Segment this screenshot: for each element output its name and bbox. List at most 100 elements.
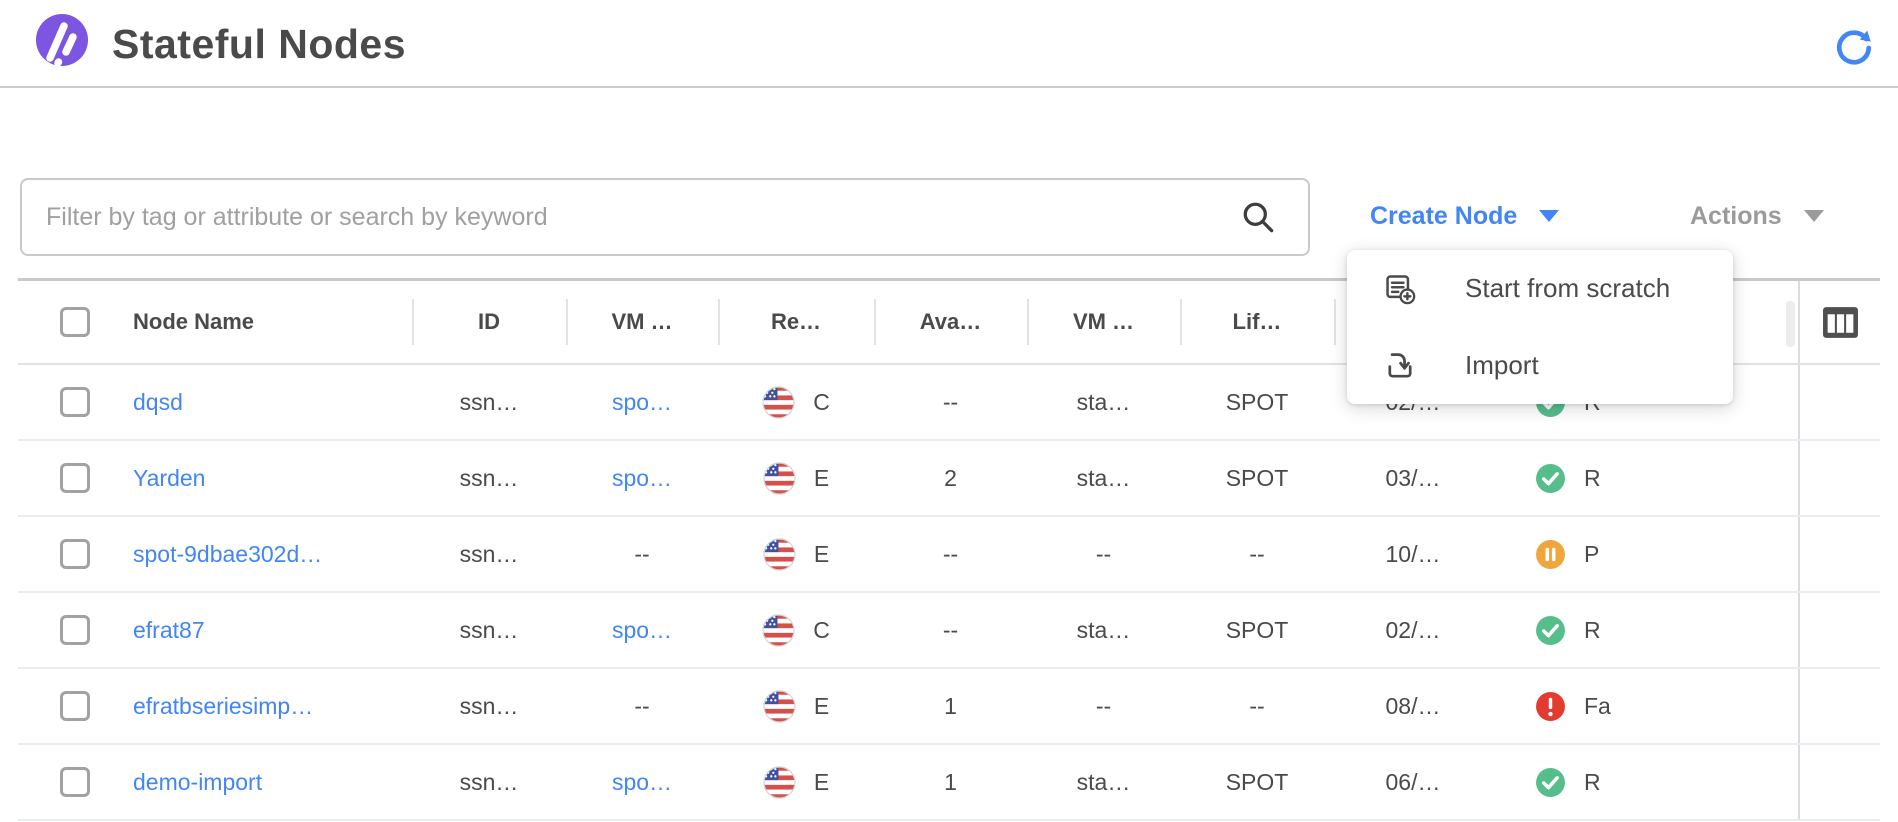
- header-cell-lifecycle: Lif…: [1180, 281, 1334, 363]
- row-checkbox[interactable]: [60, 691, 90, 721]
- status-letter: Fa: [1584, 693, 1611, 720]
- header-label: VM …: [611, 309, 672, 335]
- cell-ava: --: [874, 593, 1027, 667]
- region-letter: C: [813, 617, 830, 644]
- import-icon: [1383, 349, 1417, 383]
- row-checkbox[interactable]: [60, 387, 90, 417]
- vm-link[interactable]: spo…: [612, 389, 672, 416]
- row-checkbox[interactable]: [60, 767, 90, 797]
- vm-link[interactable]: spo…: [612, 769, 672, 796]
- availability-value: 1: [944, 769, 957, 796]
- cell-status: R: [1492, 745, 1640, 819]
- node-name-link[interactable]: dqsd: [133, 389, 183, 416]
- cell-gutter: [1798, 441, 1880, 515]
- spot-logo-icon: [32, 12, 90, 81]
- node-id: ssn…: [460, 541, 519, 568]
- cell-id: ssn…: [412, 669, 566, 743]
- status-failed-icon: [1535, 691, 1566, 722]
- cell-name: Yarden: [116, 441, 412, 515]
- create-node-button[interactable]: Create Node: [1370, 194, 1559, 238]
- vm-state-value: sta…: [1077, 465, 1131, 492]
- cell-vm-state: sta…: [1027, 365, 1180, 439]
- cell-created: 10/…: [1334, 517, 1492, 591]
- header-label: ID: [478, 309, 500, 335]
- cell-name: efrat87: [116, 593, 412, 667]
- availability-value: --: [943, 389, 958, 416]
- table-row: demo-import ssn… spo… E 1 sta… SPOT 06/……: [18, 745, 1880, 821]
- cell-id: ssn…: [412, 745, 566, 819]
- search-icon[interactable]: [1240, 199, 1278, 242]
- cell-vm: spo…: [566, 441, 718, 515]
- cell-name: efratbseriesimp…: [116, 669, 412, 743]
- cell-lifecycle: --: [1180, 517, 1334, 591]
- cell-created: 06/…: [1334, 745, 1492, 819]
- cell-id: ssn…: [412, 441, 566, 515]
- table-row: Yarden ssn… spo… E 2 sta… SPOT 03/… R: [18, 441, 1880, 517]
- menu-item-start-from-scratch[interactable]: Start from scratch: [1347, 250, 1733, 327]
- lifecycle-value: SPOT: [1226, 389, 1289, 416]
- created-value: 02/…: [1386, 617, 1441, 644]
- cell-region: C: [718, 365, 874, 439]
- cell-vm: spo…: [566, 593, 718, 667]
- table-row: spot-9dbae302d… ssn… -- E -- -- -- 10/… …: [18, 517, 1880, 593]
- cell-lifecycle: SPOT: [1180, 593, 1334, 667]
- select-all-checkbox[interactable]: [60, 307, 90, 337]
- node-name-link[interactable]: efrat87: [133, 617, 205, 644]
- actions-label: Actions: [1690, 202, 1782, 231]
- cell-region: E: [718, 441, 874, 515]
- cell-region: E: [718, 745, 874, 819]
- cell-vm-state: --: [1027, 517, 1180, 591]
- menu-item-import[interactable]: Import: [1347, 327, 1733, 404]
- cell-gutter: [1798, 517, 1880, 591]
- actions-button[interactable]: Actions: [1690, 194, 1824, 238]
- vm-value: --: [634, 541, 649, 568]
- status-letter: R: [1584, 769, 1601, 796]
- availability-value: --: [943, 617, 958, 644]
- row-checkbox[interactable]: [60, 615, 90, 645]
- vm-state-value: sta…: [1077, 617, 1131, 644]
- cell-select: [18, 593, 116, 667]
- node-name-link[interactable]: demo-import: [133, 769, 262, 796]
- menu-item-label: Start from scratch: [1465, 273, 1670, 304]
- filter-input[interactable]: [20, 178, 1310, 256]
- table-row: efrat87 ssn… spo… C -- sta… SPOT 02/… R: [18, 593, 1880, 669]
- availability-value: 1: [944, 693, 957, 720]
- cell-vm-state: sta…: [1027, 745, 1180, 819]
- columns-icon: [1822, 306, 1859, 339]
- column-picker-button[interactable]: [1822, 306, 1859, 339]
- vm-value: --: [634, 693, 649, 720]
- cell-lifecycle: --: [1180, 669, 1334, 743]
- node-name-link[interactable]: spot-9dbae302d…: [133, 541, 322, 568]
- cell-vm-state: sta…: [1027, 593, 1180, 667]
- region-letter: E: [814, 541, 829, 568]
- vm-link[interactable]: spo…: [612, 465, 672, 492]
- refresh-button[interactable]: [1834, 28, 1874, 68]
- status-letter: R: [1584, 465, 1601, 492]
- availability-value: 2: [944, 465, 957, 492]
- us-flag-icon: [763, 462, 796, 495]
- vm-link[interactable]: spo…: [612, 617, 672, 644]
- menu-item-label: Import: [1465, 350, 1539, 381]
- node-name-link[interactable]: Yarden: [133, 465, 205, 492]
- cell-lifecycle: SPOT: [1180, 441, 1334, 515]
- node-name-link[interactable]: efratbseriesimp…: [133, 693, 313, 720]
- header-label: Re…: [771, 309, 821, 335]
- chevron-down-icon: [1804, 210, 1824, 222]
- us-flag-icon: [762, 386, 795, 419]
- node-id: ssn…: [460, 465, 519, 492]
- create-node-label: Create Node: [1370, 202, 1517, 231]
- vm-state-value: sta…: [1077, 769, 1131, 796]
- cell-created: 03/…: [1334, 441, 1492, 515]
- cell-created: 02/…: [1334, 593, 1492, 667]
- cell-vm: --: [566, 669, 718, 743]
- cell-select: [18, 517, 116, 591]
- vm-state-value: --: [1096, 541, 1111, 568]
- header-cell-select: [18, 281, 116, 363]
- cell-select: [18, 669, 116, 743]
- cell-select: [18, 745, 116, 819]
- created-value: 08/…: [1386, 693, 1441, 720]
- row-checkbox[interactable]: [60, 539, 90, 569]
- cell-filler: [1640, 593, 1798, 667]
- row-checkbox[interactable]: [60, 463, 90, 493]
- page-title: Stateful Nodes: [112, 21, 406, 68]
